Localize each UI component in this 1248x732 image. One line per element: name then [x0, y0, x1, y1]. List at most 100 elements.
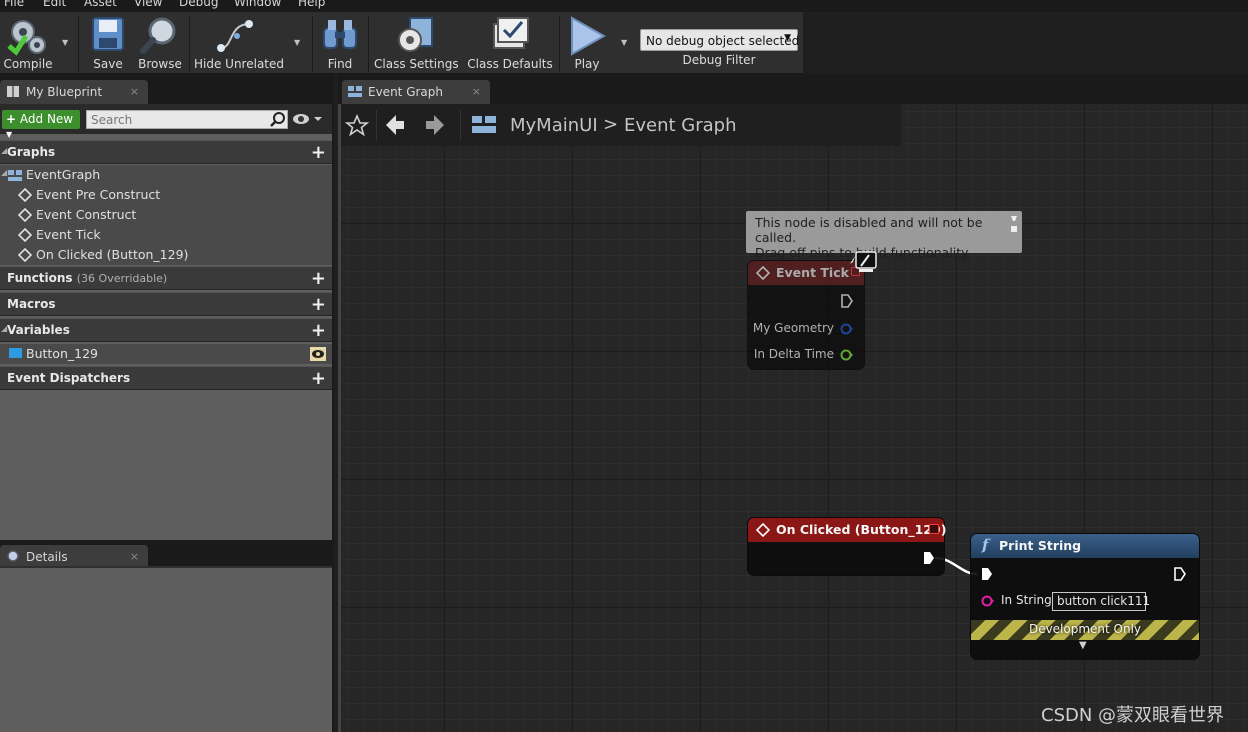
pin-icon[interactable]: [1009, 214, 1019, 234]
breadcrumb-divider: [460, 110, 461, 140]
close-icon[interactable]: ×: [130, 85, 139, 98]
close-icon[interactable]: ×: [130, 550, 139, 563]
menu-view[interactable]: View: [134, 0, 162, 9]
search-input[interactable]: [86, 110, 288, 129]
on-clicked-header[interactable]: On Clicked (Button_129): [748, 518, 946, 542]
compile-button[interactable]: Compile: [0, 12, 56, 74]
delegate-pin-icon[interactable]: [929, 524, 939, 534]
class-settings-icon: [398, 17, 433, 52]
breadcrumb-event-graph[interactable]: Event Graph: [624, 115, 737, 136]
add-new-button[interactable]: + Add New ▼: [2, 110, 80, 139]
section-functions[interactable]: Functions (36 Overridable) +: [0, 266, 332, 290]
menu-asset[interactable]: Asset: [84, 0, 117, 9]
toolbar-divider: [559, 16, 560, 72]
book-icon: [7, 86, 19, 97]
graph-tab-strip: Event Graph ×: [338, 74, 1248, 104]
play-icon: [571, 16, 606, 56]
hide-unrelated-graph-icon: [217, 20, 253, 52]
section-graphs[interactable]: ◢ Graphs +: [0, 140, 332, 164]
tree-item-eventgraph[interactable]: ◢ EventGraph: [0, 165, 332, 185]
debug-object-select[interactable]: No debug object selected ▼: [640, 29, 799, 51]
breadcrumb-divider: [376, 110, 377, 140]
search-icon[interactable]: [269, 111, 287, 128]
section-macros[interactable]: Macros +: [0, 292, 332, 316]
string-pin-icon[interactable]: [981, 595, 997, 607]
class-defaults-button[interactable]: Class Defaults: [466, 12, 554, 74]
browse-button[interactable]: Browse: [136, 12, 184, 74]
struct-pin-icon[interactable]: [840, 323, 854, 335]
development-only-banner: Development Only: [971, 620, 1199, 640]
add-function-plus-icon[interactable]: +: [311, 268, 326, 289]
on-clicked-node[interactable]: On Clicked (Button_129): [748, 518, 946, 575]
find-button[interactable]: Find: [318, 12, 362, 74]
event-graph-icon: [472, 116, 496, 133]
expand-advanced-chevron-icon[interactable]: ▼: [1079, 640, 1087, 651]
save-icon: [92, 17, 124, 51]
compile-options-chevron-icon[interactable]: ▼: [62, 38, 68, 47]
section-event-dispatchers[interactable]: Event Dispatchers +: [0, 366, 332, 390]
plus-icon: +: [6, 112, 17, 126]
class-settings-button[interactable]: Class Settings: [374, 12, 459, 74]
event-diamond-icon: [18, 228, 32, 242]
menu-debug[interactable]: Debug: [179, 0, 218, 9]
play-button[interactable]: Play: [562, 12, 612, 74]
add-macro-plus-icon[interactable]: +: [311, 294, 326, 315]
menu-edit[interactable]: Edit: [43, 0, 66, 9]
debug-select-chevron-icon: ▼: [784, 33, 791, 43]
forward-arrow-icon[interactable]: [421, 112, 449, 138]
event-diamond-icon: [756, 523, 770, 537]
compile-gear-icon: [7, 20, 46, 56]
save-button[interactable]: Save: [86, 12, 130, 74]
exec-out-pin-icon[interactable]: [840, 293, 854, 309]
toolbar-divider: [189, 16, 190, 72]
expand-triangle-icon: ◢: [1, 168, 8, 177]
main-toolbar: Compile ▼ Save Browse Hide Unrelated ▼ F…: [0, 12, 803, 74]
disabled-node-tooltip: This node is disabled and will not be ca…: [746, 211, 1022, 260]
event-tick-node[interactable]: Event Tick My Geometry In Delta Time: [748, 261, 864, 369]
favorite-star-icon[interactable]: [343, 112, 371, 138]
breadcrumb-mymainui[interactable]: MyMainUI: [510, 115, 598, 136]
toolbar-divider: [312, 16, 313, 72]
details-panel: [0, 566, 332, 732]
back-arrow-icon[interactable]: [381, 112, 409, 138]
in-string-input[interactable]: button click111: [1052, 592, 1150, 611]
play-options-chevron-icon[interactable]: ▼: [621, 38, 627, 47]
details-magnifier-icon: [7, 550, 19, 562]
add-variable-plus-icon[interactable]: +: [311, 320, 326, 341]
debug-filter-label: Debug Filter: [682, 53, 756, 67]
print-string-node[interactable]: f Print String In String button click111…: [971, 534, 1199, 659]
hide-unrelated-chevron-icon[interactable]: ▼: [294, 38, 300, 47]
menu-window[interactable]: Window: [234, 0, 281, 9]
exec-out-pin-icon[interactable]: [922, 550, 936, 566]
event-diamond-icon: [18, 248, 32, 262]
section-variables[interactable]: ◢ Variables +: [0, 318, 332, 342]
class-defaults-icon: [493, 17, 529, 49]
exec-out-pin-icon[interactable]: [1173, 566, 1187, 582]
graph-canvas[interactable]: This node is disabled and will not be ca…: [341, 104, 1248, 732]
expand-triangle-icon: ◢: [1, 146, 8, 155]
tree-item-event-construct[interactable]: Event Construct: [0, 205, 332, 225]
float-pin-icon[interactable]: [840, 349, 854, 361]
add-graph-plus-icon[interactable]: +: [311, 142, 326, 163]
tree-item-on-clicked[interactable]: On Clicked (Button_129): [0, 245, 332, 265]
variable-item-button-129[interactable]: Button_129: [0, 344, 332, 364]
hide-unrelated-button[interactable]: Hide Unrelated: [194, 12, 284, 74]
exec-in-pin-icon[interactable]: [980, 566, 994, 582]
view-options-eye-icon[interactable]: [293, 113, 323, 125]
tree-item-event-tick[interactable]: Event Tick: [0, 225, 332, 245]
menu-file[interactable]: File: [4, 0, 24, 9]
visibility-eye-icon[interactable]: [310, 347, 326, 361]
menu-help[interactable]: Help: [298, 0, 325, 9]
event-diamond-icon: [756, 266, 770, 280]
close-icon[interactable]: ×: [472, 85, 481, 98]
event-graph-icon: [348, 86, 362, 97]
my-blueprint-toolbar: + Add New ▼: [0, 104, 332, 139]
tab-event-graph[interactable]: Event Graph ×: [342, 80, 490, 104]
add-event-dispatcher-plus-icon[interactable]: +: [311, 368, 326, 389]
print-string-header[interactable]: f Print String: [971, 534, 1199, 558]
tab-my-blueprint[interactable]: My Blueprint ×: [0, 80, 148, 104]
toolbar-divider: [78, 16, 79, 72]
tree-item-event-pre-construct[interactable]: Event Pre Construct: [0, 185, 332, 205]
event-tick-header[interactable]: Event Tick: [748, 261, 864, 285]
add-new-chevron-icon: ▼: [6, 130, 13, 139]
